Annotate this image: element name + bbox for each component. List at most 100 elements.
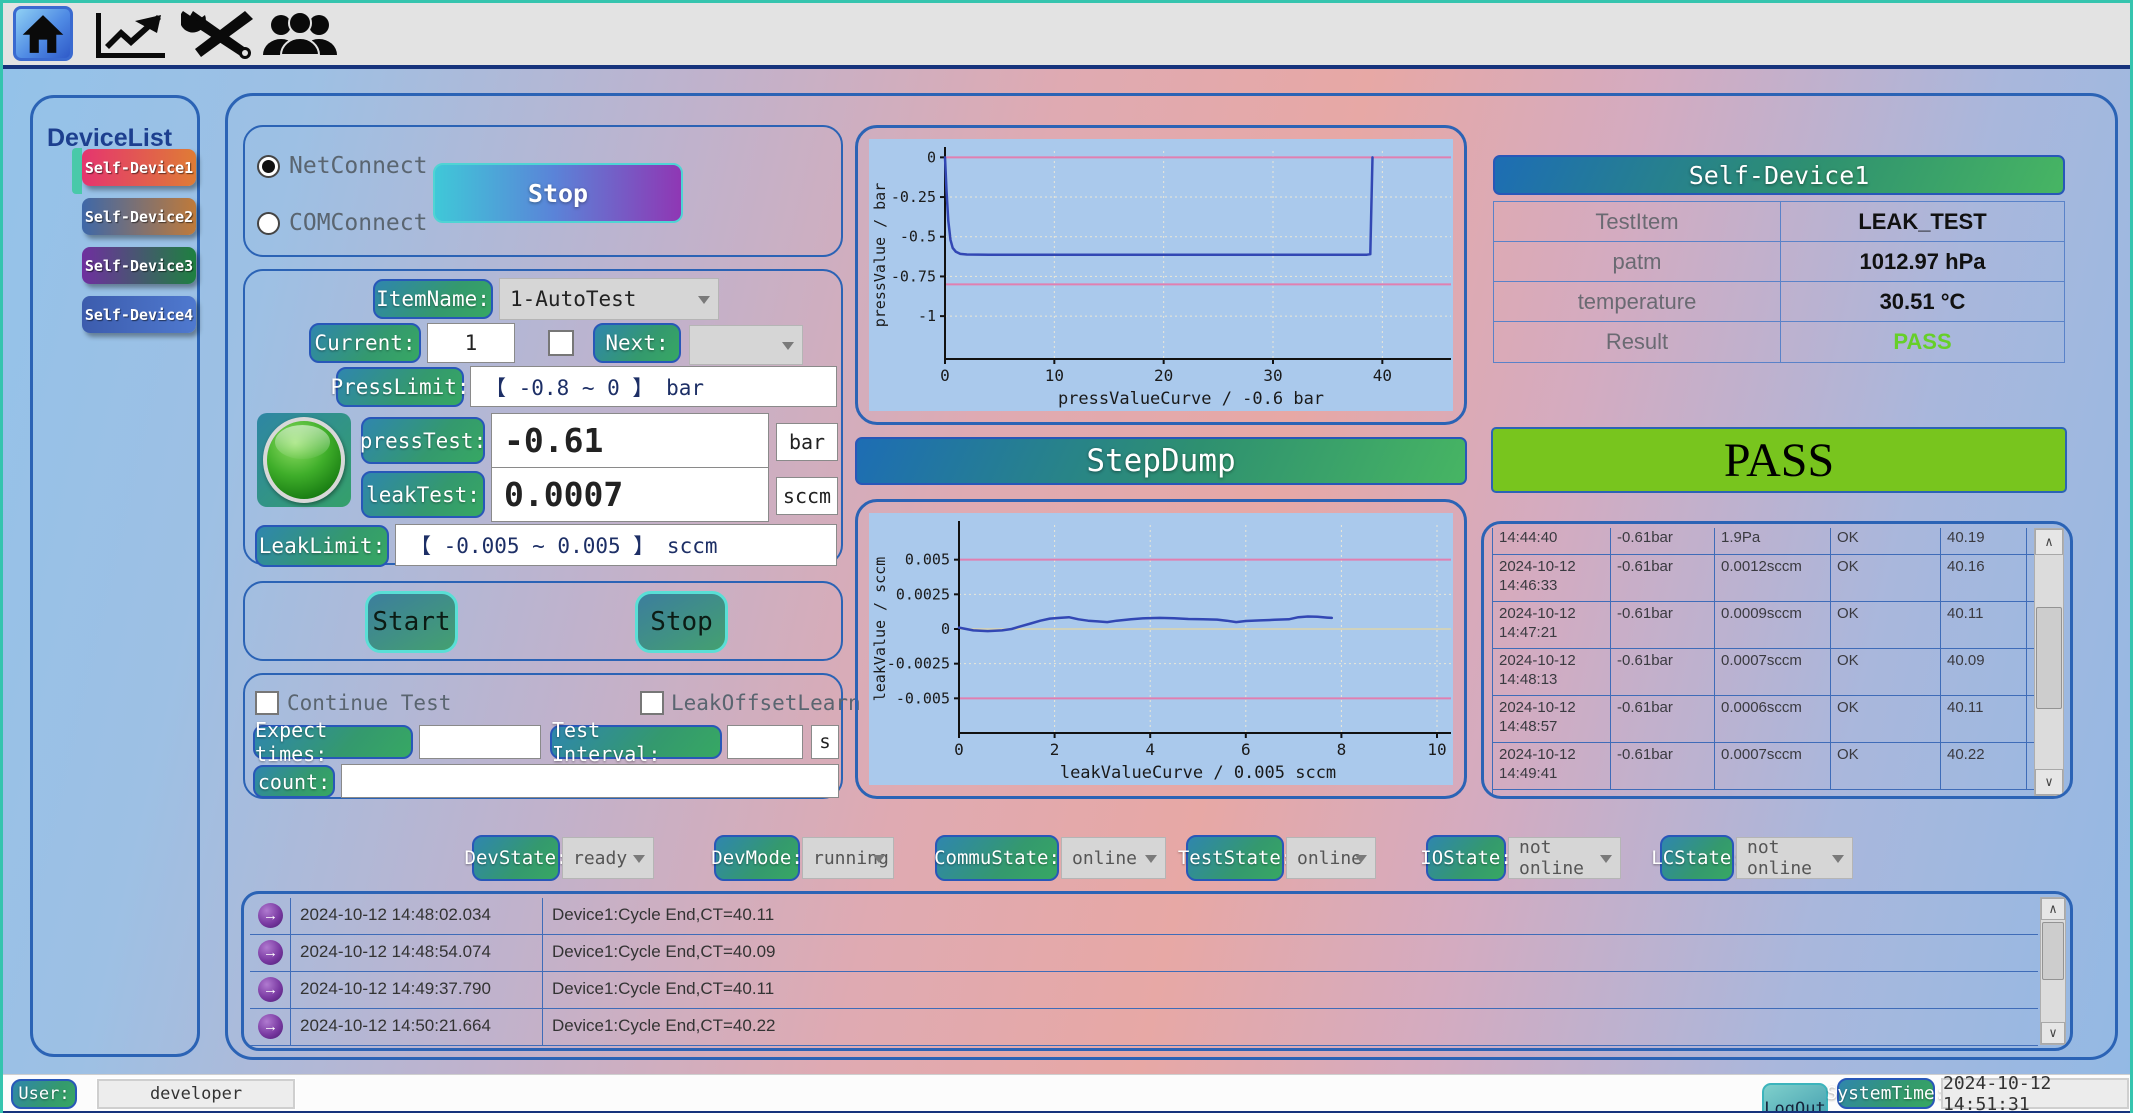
scroll-down-icon[interactable]: ∨ bbox=[2035, 769, 2063, 795]
leak-test-unit: sccm bbox=[776, 477, 838, 515]
continue-test-checkbox[interactable] bbox=[255, 691, 279, 715]
chevron-down-icon bbox=[1600, 855, 1612, 863]
current-value-field[interactable]: 1 bbox=[427, 323, 515, 363]
table-row[interactable]: 14:44:40-0.61bar1.9PaOK40.19 bbox=[1493, 528, 2038, 555]
item-name-select[interactable]: 1-AutoTest bbox=[499, 278, 719, 320]
next-label: Next: bbox=[593, 323, 681, 363]
log-timestamp: 2024-10-12 14:50:21.664 bbox=[300, 1016, 491, 1036]
status-select-devstate[interactable]: ready bbox=[562, 837, 654, 879]
press-test-unit: bar bbox=[776, 423, 838, 461]
status-label-devmode: DevMode: bbox=[714, 835, 800, 881]
log-message: Device1:Cycle End,CT=40.22 bbox=[552, 1016, 775, 1036]
status-select-commustate[interactable]: online bbox=[1061, 837, 1166, 879]
step-dump-button[interactable]: StepDump bbox=[855, 437, 1467, 485]
device-info-row: TestItemLEAK_TEST bbox=[1494, 202, 2064, 242]
status-select-devmode[interactable]: running bbox=[802, 837, 894, 879]
log-message: Device1:Cycle End,CT=40.11 bbox=[552, 905, 774, 925]
svg-text:8: 8 bbox=[1337, 740, 1347, 759]
options-group: Continue Test LeakOffsetLearn Expect tim… bbox=[243, 673, 843, 799]
table-row[interactable]: 2024-10-12 14:48:57-0.61bar0.0006sccmOK4… bbox=[1493, 696, 2038, 743]
results-scroll-thumb[interactable] bbox=[2036, 607, 2062, 709]
press-limit-value: 【 -0.8 ~ 0 】 bar bbox=[470, 366, 837, 407]
scroll-down-icon[interactable]: ∨ bbox=[2041, 1022, 2065, 1044]
system-time-value: 2024-10-12 14:51:31 bbox=[1941, 1078, 2129, 1109]
scroll-up-icon[interactable]: ∧ bbox=[2041, 898, 2065, 920]
svg-text:0: 0 bbox=[941, 620, 950, 638]
device-info-row: ResultPASS bbox=[1494, 322, 2064, 362]
com-connect-radio[interactable] bbox=[257, 212, 280, 235]
log-timestamp: 2024-10-12 14:49:37.790 bbox=[300, 979, 491, 999]
net-connect-radio[interactable] bbox=[257, 155, 280, 178]
leak-offset-checkbox[interactable] bbox=[640, 691, 664, 715]
log-row[interactable]: →2024-10-12 14:49:37.790Device1:Cycle En… bbox=[250, 972, 2038, 1009]
status-select-lcstate[interactable]: not online bbox=[1736, 837, 1853, 879]
stop-button[interactable]: Stop bbox=[635, 591, 728, 653]
sidebar-item-self-device1[interactable]: Self-Device1 bbox=[82, 149, 196, 186]
next-checkbox[interactable] bbox=[548, 330, 574, 356]
test-interval-label: Test Interval: bbox=[550, 725, 722, 759]
user-label: User: bbox=[11, 1079, 77, 1109]
sidebar-item-self-device2[interactable]: Self-Device2 bbox=[82, 198, 196, 235]
log-divider bbox=[290, 898, 291, 934]
svg-text:2: 2 bbox=[1050, 740, 1060, 759]
table-cell: 40.11 bbox=[1941, 602, 2027, 648]
log-row[interactable]: →2024-10-12 14:48:02.034Device1:Cycle En… bbox=[250, 898, 2038, 935]
user-value: developer bbox=[97, 1079, 295, 1109]
status-select-iostate[interactable]: not online bbox=[1508, 837, 1621, 879]
arrow-right-icon: → bbox=[258, 940, 283, 965]
table-cell: 2024-10-12 14:47:21 bbox=[1493, 602, 1611, 648]
home-icon[interactable] bbox=[13, 6, 73, 61]
svg-text:30: 30 bbox=[1263, 366, 1282, 385]
chevron-down-icon bbox=[698, 296, 710, 304]
logout-button[interactable]: LogOut bbox=[1762, 1083, 1828, 1113]
stats-chart-icon[interactable] bbox=[95, 11, 169, 63]
arrow-right-icon: → bbox=[258, 1014, 283, 1039]
status-lamp-green bbox=[263, 417, 345, 503]
leak-test-value: 0.0007 bbox=[491, 467, 769, 522]
svg-text:20: 20 bbox=[1154, 366, 1173, 385]
sidebar-item-self-device4[interactable]: Self-Device4 bbox=[82, 296, 196, 333]
results-scrollbar[interactable]: ∧ ∨ bbox=[2034, 528, 2064, 796]
status-value: ready bbox=[573, 848, 627, 869]
table-row[interactable]: 2024-10-12 14:49:41-0.61bar0.0007sccmOK4… bbox=[1493, 743, 2038, 790]
expect-times-input[interactable] bbox=[419, 725, 541, 759]
device-info-value: 30.51 °C bbox=[1781, 282, 2064, 321]
log-scrollbar[interactable]: ∧ ∨ bbox=[2040, 897, 2066, 1045]
sidebar-item-self-device3[interactable]: Self-Device3 bbox=[82, 247, 196, 284]
svg-text:-1: -1 bbox=[918, 307, 936, 325]
svg-text:0.005: 0.005 bbox=[905, 551, 950, 569]
scroll-up-icon[interactable]: ∧ bbox=[2035, 529, 2063, 555]
table-row[interactable]: 2024-10-12 14:46:33-0.61bar0.0012sccmOK4… bbox=[1493, 555, 2038, 602]
table-cell: 40.22 bbox=[1941, 743, 2027, 789]
start-button[interactable]: Start bbox=[365, 591, 458, 653]
log-scroll-thumb[interactable] bbox=[2042, 922, 2064, 980]
press-limit-label: PressLimit: bbox=[336, 367, 464, 407]
log-divider bbox=[542, 935, 543, 971]
table-cell: -0.61bar bbox=[1611, 649, 1715, 695]
count-input[interactable] bbox=[341, 764, 839, 798]
continue-test-label: Continue Test bbox=[287, 691, 451, 715]
chevron-down-icon bbox=[873, 855, 885, 863]
log-row[interactable]: →2024-10-12 14:48:54.074Device1:Cycle En… bbox=[250, 935, 2038, 972]
table-cell: OK bbox=[1831, 696, 1941, 742]
connect-stop-button[interactable]: Stop bbox=[433, 163, 683, 223]
table-cell: 40.11 bbox=[1941, 696, 2027, 742]
tools-icon[interactable] bbox=[181, 9, 259, 63]
com-connect-label: COMConnect bbox=[289, 210, 427, 236]
status-select-teststate[interactable]: online bbox=[1286, 837, 1376, 879]
log-divider bbox=[290, 1009, 291, 1045]
table-cell: 1.9Pa bbox=[1715, 528, 1831, 554]
users-icon[interactable] bbox=[261, 13, 339, 61]
chevron-down-icon bbox=[633, 855, 645, 863]
log-message: Device1:Cycle End,CT=40.09 bbox=[552, 942, 775, 962]
log-row[interactable]: → 2024-10-12 14:50:21.664 Device1:Cycle En… bbox=[250, 1009, 2038, 1046]
leak-limit-value: 【 -0.005 ~ 0.005 】 sccm bbox=[395, 524, 837, 566]
svg-text:10: 10 bbox=[1045, 366, 1064, 385]
main-area: DeviceList Self-Device1Self-Device2Self-… bbox=[3, 69, 2130, 1074]
table-row[interactable]: 2024-10-12 14:48:13-0.61bar0.0007sccmOK4… bbox=[1493, 649, 2038, 696]
table-row[interactable]: 2024-10-12 14:47:21-0.61bar0.0009sccmOK4… bbox=[1493, 602, 2038, 649]
next-select[interactable] bbox=[689, 325, 803, 365]
test-interval-input[interactable] bbox=[727, 725, 803, 759]
table-cell: -0.61bar bbox=[1611, 555, 1715, 601]
pressure-chart: 0-0.25-0.5-0.75-1010203040pressValueCurv… bbox=[869, 139, 1453, 411]
